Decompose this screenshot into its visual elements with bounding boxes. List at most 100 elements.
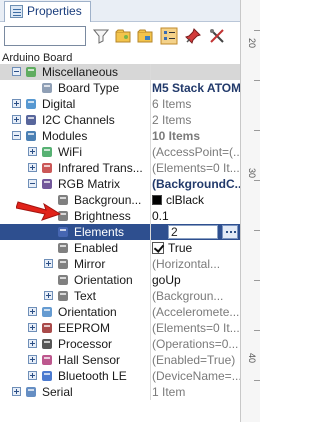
properties-icon xyxy=(10,5,23,18)
tree-row-mirror[interactable]: Mirror (Horizontal... xyxy=(0,256,240,272)
board-icon xyxy=(40,81,54,95)
expand-toggle[interactable] xyxy=(28,339,37,348)
column-divider xyxy=(150,288,151,304)
tree-value-text: (Acceleromete... xyxy=(152,305,240,319)
tree-value: (Horizontal... xyxy=(152,256,240,272)
expand-toggle[interactable] xyxy=(12,67,21,76)
column-divider xyxy=(150,128,151,144)
tree-row-modules[interactable]: Modules 10 Items xyxy=(0,128,240,144)
ruler-mark: 20 xyxy=(246,37,257,49)
column-divider xyxy=(150,192,151,208)
expand-toggle[interactable] xyxy=(28,307,37,316)
tree-row-processor[interactable]: Processor (Operations=0... xyxy=(0,336,240,352)
tree-value-text: 1 Item xyxy=(152,385,186,399)
tree-row-orient2[interactable]: Orientation (Acceleromete... xyxy=(0,304,240,320)
expand-toggle[interactable] xyxy=(28,147,37,156)
tree-row-enabled[interactable]: Enabled True xyxy=(0,240,240,256)
column-divider xyxy=(150,112,151,128)
expand-toggle[interactable] xyxy=(12,387,21,396)
tree-value-text: 10 Items xyxy=(152,129,201,143)
ellipsis-button[interactable] xyxy=(222,225,238,239)
column-divider xyxy=(150,80,151,96)
modules-icon xyxy=(24,129,38,143)
expand-toggle[interactable] xyxy=(12,115,21,124)
orientation2-icon xyxy=(40,305,54,319)
folder-star-icon[interactable] xyxy=(114,27,132,45)
tree-row-bluetooth[interactable]: Bluetooth LE (DeviceName=... xyxy=(0,368,240,384)
tree-label: Board Type xyxy=(58,81,120,95)
orientation-icon xyxy=(56,273,70,287)
tree-label: Digital xyxy=(42,97,76,111)
tree-label: Brightness xyxy=(74,209,131,223)
column-divider xyxy=(150,208,151,224)
folder-icon[interactable] xyxy=(136,27,154,45)
expand-toggle[interactable] xyxy=(28,371,37,380)
tree-value[interactable]: 0.1 xyxy=(152,208,240,224)
column-divider xyxy=(150,256,151,272)
tree-label: Orientation xyxy=(58,305,117,319)
expand-toggle[interactable] xyxy=(28,163,37,172)
tab-properties[interactable]: Properties xyxy=(4,1,91,22)
search-input[interactable] xyxy=(4,26,86,46)
tree-label: Elements xyxy=(74,225,125,239)
tab-properties-label: Properties xyxy=(27,4,82,18)
tree-row-wifi[interactable]: WiFi (AccessPoint=(... xyxy=(0,144,240,160)
tree-value-text: (Backgroun... xyxy=(152,289,224,303)
pin-icon[interactable] xyxy=(184,27,202,45)
tree-value[interactable]: clBlack xyxy=(152,192,240,208)
tree-value-text: (Elements=0 It... xyxy=(152,161,240,175)
list-view-icon[interactable] xyxy=(160,27,178,45)
tree-label: Enabled xyxy=(74,241,119,255)
tree-value-text: (BackgroundC... xyxy=(152,177,240,191)
expand-toggle[interactable] xyxy=(44,259,53,268)
tree-row-orientation[interactable]: Orientation goUp xyxy=(0,272,240,288)
column-divider xyxy=(150,144,151,160)
tree-row-misc[interactable]: Miscellaneous xyxy=(0,64,240,80)
tree-label: Modules xyxy=(42,129,88,143)
tree-row-hall[interactable]: Hall Sensor (Enabled=True) xyxy=(0,352,240,368)
tree-value: 6 Items xyxy=(152,96,240,112)
properties-panel: Properties Arduino Board Miscellaneous Bo… xyxy=(0,0,260,422)
column-divider xyxy=(150,272,151,288)
column-divider xyxy=(150,176,151,192)
tree-row-rgbmatrix[interactable]: RGB Matrix (BackgroundC... xyxy=(0,176,240,192)
tree-value-text: 0.1 xyxy=(152,209,169,223)
expand-toggle[interactable] xyxy=(44,291,53,300)
tree-value: (Acceleromete... xyxy=(152,304,240,320)
tree-row-text[interactable]: Text (Backgroun... xyxy=(0,288,240,304)
tree-value: (Elements=0 It... xyxy=(152,160,240,176)
elements-value-input[interactable]: 2 xyxy=(168,225,218,239)
expand-toggle[interactable] xyxy=(12,131,21,140)
expand-toggle[interactable] xyxy=(12,99,21,108)
column-divider xyxy=(150,224,151,240)
tree-label: Mirror xyxy=(74,257,106,271)
tree-value-text: (Elements=0 It... xyxy=(152,321,240,335)
tree-row-elements[interactable]: Elements 2 xyxy=(0,224,240,240)
enabled-checkbox[interactable] xyxy=(152,242,164,254)
expand-toggle[interactable] xyxy=(28,323,37,332)
column-divider xyxy=(150,384,151,400)
red-arrow-annotation xyxy=(16,201,62,221)
tree-label: Hall Sensor xyxy=(58,353,121,367)
i2c-icon xyxy=(24,113,38,127)
funnel-icon[interactable] xyxy=(92,27,110,45)
tree-row-eeprom[interactable]: EEPROM (Elements=0 It... xyxy=(0,320,240,336)
tree-row-digital[interactable]: Digital 6 Items xyxy=(0,96,240,112)
tree-value[interactable]: goUp xyxy=(152,272,240,288)
tree-value-text: M5 Stack ATOM... xyxy=(152,81,240,95)
tree-label: Miscellaneous xyxy=(42,65,119,79)
tree-value: 1 Item xyxy=(152,384,240,400)
tree-value[interactable]: True xyxy=(152,240,240,256)
expand-toggle[interactable] xyxy=(28,355,37,364)
enabled-icon xyxy=(56,241,70,255)
tree-row-i2c[interactable]: I2C Channels 2 Items xyxy=(0,112,240,128)
tree-row-infrared[interactable]: Infrared Trans... (Elements=0 It... xyxy=(0,160,240,176)
bluetooth-icon xyxy=(40,369,54,383)
tools-icon[interactable] xyxy=(208,27,226,45)
tree-row-serial[interactable]: Serial 1 Item xyxy=(0,384,240,400)
elements-icon xyxy=(56,225,70,239)
tree-row-boardtype[interactable]: Board Type M5 Stack ATOM... xyxy=(0,80,240,96)
property-tree: MiscellaneousBoard TypeM5 Stack ATOM...D… xyxy=(0,64,240,400)
tree-value: 2 Items xyxy=(152,112,240,128)
expand-toggle[interactable] xyxy=(28,179,37,188)
